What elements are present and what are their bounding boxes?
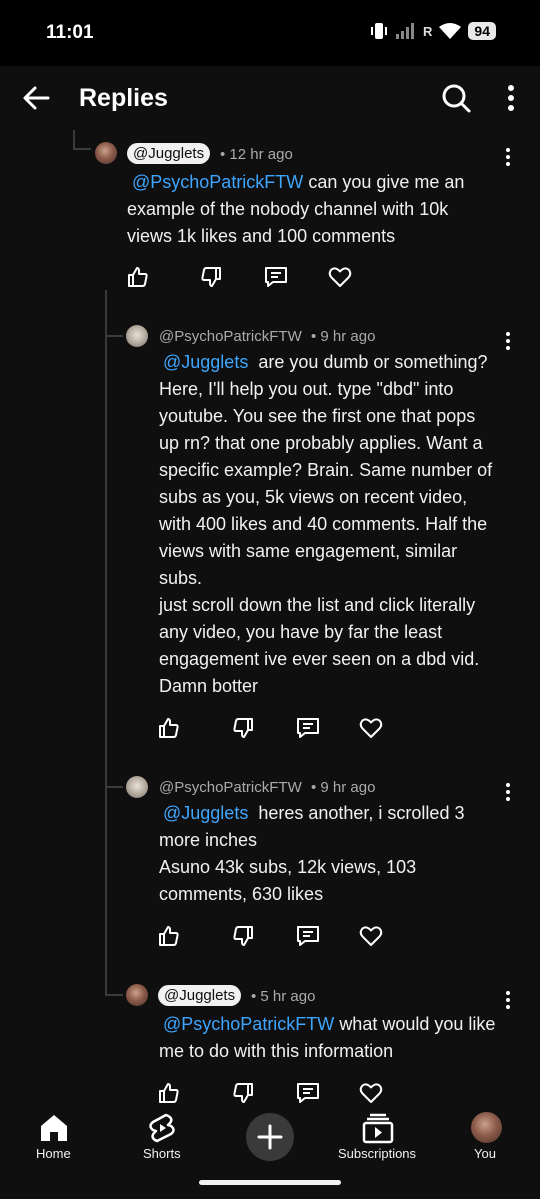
comment-text: @Jugglets are you dumb or something? Her… xyxy=(159,349,534,700)
nav-subscriptions-label: Subscriptions xyxy=(338,1146,417,1161)
comment-line: comments, 630 likes xyxy=(159,884,324,904)
status-time: 11:01 xyxy=(46,22,94,43)
signal-icon xyxy=(396,23,415,39)
nav-shorts-label: Shorts xyxy=(143,1146,181,1161)
wifi-icon xyxy=(439,23,462,39)
comment-line: specific example? Brain. Same number of xyxy=(159,460,493,480)
dislike-icon[interactable] xyxy=(199,265,223,289)
status-icons: R 94 xyxy=(369,22,496,40)
comment-line: me to do with this information xyxy=(159,1041,394,1061)
heart-icon[interactable] xyxy=(359,1081,383,1105)
comment-line: engagement ive ever seen on a dbd vid. xyxy=(159,649,480,669)
reply-icon[interactable] xyxy=(296,924,320,948)
comment-author[interactable]: @Jugglets xyxy=(127,143,211,164)
plus-icon xyxy=(257,1124,283,1150)
reply-icon[interactable] xyxy=(296,716,320,740)
comment-text: @PsychoPatrickFTW can you give me an exa… xyxy=(127,169,527,250)
like-icon[interactable] xyxy=(126,265,150,289)
comment-menu-icon[interactable] xyxy=(503,331,513,351)
subscriptions-icon xyxy=(362,1113,394,1144)
comment-line: more inches xyxy=(159,830,258,850)
comment-line: views 1k likes and 100 comments xyxy=(127,226,396,246)
thread-line xyxy=(105,290,107,995)
dislike-icon[interactable] xyxy=(231,716,255,740)
reply-icon[interactable] xyxy=(264,265,288,289)
heart-icon[interactable] xyxy=(328,265,352,289)
comment-line: up rn? that one probably applies. Want a xyxy=(159,433,483,453)
home-indicator xyxy=(199,1180,341,1185)
thread-line xyxy=(73,148,91,150)
home-icon xyxy=(41,1115,67,1141)
comment-line: subs as you, 5k views on recent video, xyxy=(159,487,468,507)
battery-indicator: 94 xyxy=(468,22,496,40)
comment-author[interactable]: @PsychoPatrickFTW xyxy=(159,328,302,345)
avatar[interactable] xyxy=(126,776,148,798)
comment-line: with 400 likes and 40 comments. Half the xyxy=(159,514,488,534)
comment-author[interactable]: @Jugglets xyxy=(158,985,242,1006)
like-icon[interactable] xyxy=(157,716,181,740)
thread-line xyxy=(105,994,123,996)
mention-link[interactable]: @Jugglets xyxy=(163,803,248,823)
comment-line: youtube. You see the first one that pops xyxy=(159,406,476,426)
heart-icon[interactable] xyxy=(359,924,383,948)
comment-line: Here, I'll help you out. type "dbd" into xyxy=(159,379,454,399)
comment-timestamp: • 9 hr ago xyxy=(311,328,376,345)
page-title: Replies xyxy=(79,84,168,112)
comment-line: views with same engagement, similar xyxy=(159,541,458,561)
comment-text: @PsychoPatrickFTW what would you like me… xyxy=(159,1011,534,1065)
thread-line xyxy=(73,130,75,148)
comment-menu-icon[interactable] xyxy=(503,147,513,167)
reply-icon[interactable] xyxy=(296,1081,320,1105)
network-label: R xyxy=(423,23,433,39)
comment-line: can you give me an xyxy=(308,172,465,192)
thread-line xyxy=(105,786,123,788)
comment-menu-icon[interactable] xyxy=(503,782,513,802)
comment-line: any video, you have by far the least xyxy=(159,622,443,642)
avatar[interactable] xyxy=(95,142,117,164)
comment-line: just scroll down the list and click lite… xyxy=(159,595,476,615)
like-icon[interactable] xyxy=(157,924,181,948)
top-app-bar: Replies xyxy=(0,66,540,130)
comment-timestamp: • 9 hr ago xyxy=(311,779,376,796)
comment-line: subs. xyxy=(159,568,203,588)
comment-author[interactable]: @PsychoPatrickFTW xyxy=(159,779,302,796)
comment-timestamp: • 12 hr ago xyxy=(220,146,293,163)
mention-link[interactable]: @PsychoPatrickFTW xyxy=(163,1014,334,1034)
comment-text: @Jugglets heres another, i scrolled 3 mo… xyxy=(159,800,534,908)
comment-line: Asuno 43k subs, 12k views, 103 xyxy=(159,857,417,877)
mention-link[interactable]: @PsychoPatrickFTW xyxy=(132,172,303,192)
dislike-icon[interactable] xyxy=(231,924,255,948)
comment-line: heres another, i scrolled 3 xyxy=(258,803,465,823)
avatar[interactable] xyxy=(126,984,148,1006)
bottom-nav: Home Shorts Subscriptions You xyxy=(0,1107,540,1199)
nav-you-label: You xyxy=(474,1146,496,1161)
mention-link[interactable]: @Jugglets xyxy=(163,352,248,372)
more-vert-icon[interactable] xyxy=(499,83,523,113)
comment-line: example of the nobody channel with 10k xyxy=(127,199,449,219)
shorts-icon xyxy=(149,1113,175,1143)
dislike-icon[interactable] xyxy=(231,1081,255,1105)
thread-line xyxy=(105,335,123,337)
like-icon[interactable] xyxy=(157,1081,181,1105)
heart-icon[interactable] xyxy=(359,716,383,740)
profile-avatar xyxy=(471,1112,502,1143)
back-arrow-icon[interactable] xyxy=(20,82,52,114)
comment-line: Damn botter xyxy=(159,676,259,696)
comment-menu-icon[interactable] xyxy=(503,990,513,1010)
comment-line: what would you like xyxy=(339,1014,496,1034)
create-button[interactable] xyxy=(246,1113,294,1161)
comment-line: are you dumb or something? xyxy=(258,352,488,372)
status-bar: 11:01 R 94 xyxy=(0,0,540,66)
search-icon[interactable] xyxy=(440,82,472,114)
avatar[interactable] xyxy=(126,325,148,347)
nav-home-label: Home xyxy=(36,1146,71,1161)
comment-timestamp: • 5 hr ago xyxy=(251,988,316,1005)
vibrate-icon xyxy=(371,23,388,39)
